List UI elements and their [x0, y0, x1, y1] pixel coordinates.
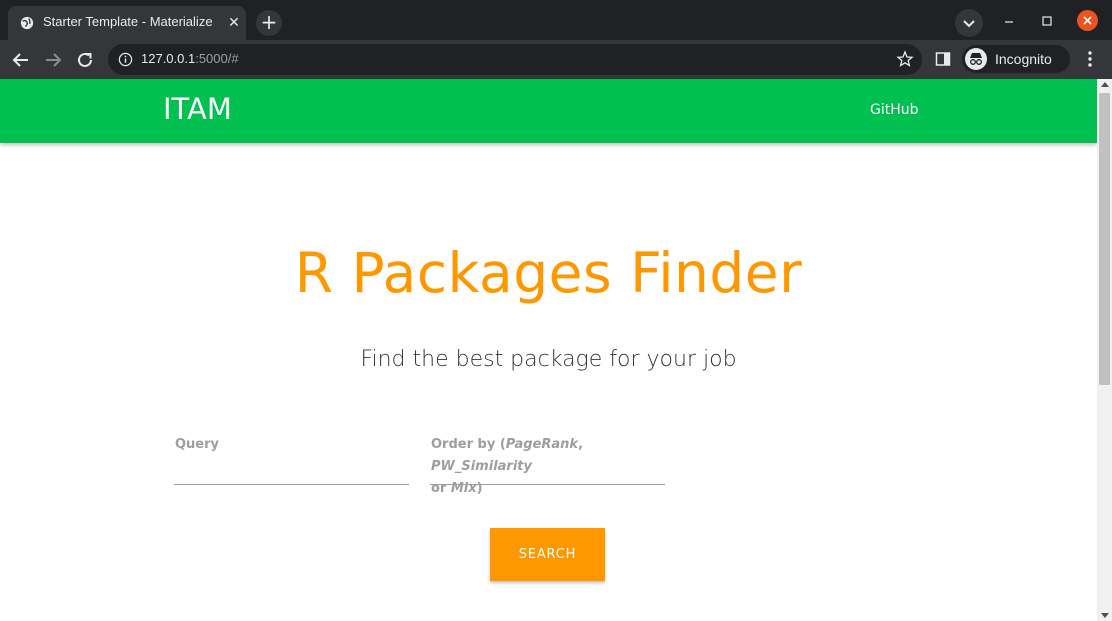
minimize-icon[interactable] [1000, 12, 1018, 30]
browser-tab-bar: Starter Template - Materialize ✕ + [0, 0, 1112, 40]
brand-logo[interactable]: ITAM [163, 92, 232, 126]
incognito-icon [965, 48, 987, 70]
search-button[interactable]: SEARCH [490, 528, 605, 581]
close-icon[interactable]: ✕ [226, 15, 242, 31]
scrollbar-thumb[interactable] [1099, 93, 1110, 385]
reload-icon[interactable] [73, 48, 97, 72]
query-input[interactable] [174, 458, 409, 482]
incognito-label: Incognito [995, 51, 1052, 67]
scroll-down-arrow-icon[interactable] [1101, 613, 1109, 618]
github-link[interactable]: GitHub [870, 102, 919, 118]
page-viewport: ITAM GitHub R Packages Finder Find the b… [0, 79, 1112, 621]
scroll-up-arrow-icon[interactable] [1101, 82, 1109, 87]
maximize-icon[interactable] [1038, 12, 1056, 30]
query-label: Query [175, 437, 220, 452]
browser-tab[interactable]: Starter Template - Materialize ✕ [8, 6, 246, 40]
info-icon[interactable] [118, 52, 133, 67]
tab-title: Starter Template - Materialize [43, 14, 213, 29]
close-icon [1083, 16, 1092, 25]
browser-toolbar: 127.0.0.1:5000/# Incognito [0, 40, 1112, 79]
side-panel-icon[interactable] [935, 51, 951, 67]
back-arrow-icon[interactable] [9, 48, 33, 72]
page-subtitle: Find the best package for your job [360, 347, 737, 372]
kebab-menu-icon[interactable] [1081, 49, 1099, 69]
page-title: R Packages Finder [294, 241, 803, 305]
new-tab-button[interactable]: + [256, 10, 282, 36]
address-bar[interactable]: 127.0.0.1:5000/# [108, 44, 922, 75]
forward-arrow-icon[interactable] [41, 48, 65, 72]
star-icon[interactable] [896, 50, 914, 68]
url-text: 127.0.0.1:5000/# [141, 51, 239, 66]
query-field[interactable]: Query [174, 432, 409, 485]
globe-icon [20, 16, 34, 30]
order-input[interactable] [430, 458, 665, 482]
incognito-badge[interactable]: Incognito [962, 45, 1070, 73]
tab-search-button[interactable] [955, 9, 983, 37]
chevron-down-icon [963, 20, 975, 28]
window-close-button[interactable] [1077, 10, 1098, 31]
order-field[interactable]: Order by (PageRank, PW_Similarity or Mix) [430, 432, 665, 496]
site-navbar: ITAM GitHub [0, 79, 1097, 143]
vertical-scrollbar[interactable] [1097, 79, 1112, 621]
